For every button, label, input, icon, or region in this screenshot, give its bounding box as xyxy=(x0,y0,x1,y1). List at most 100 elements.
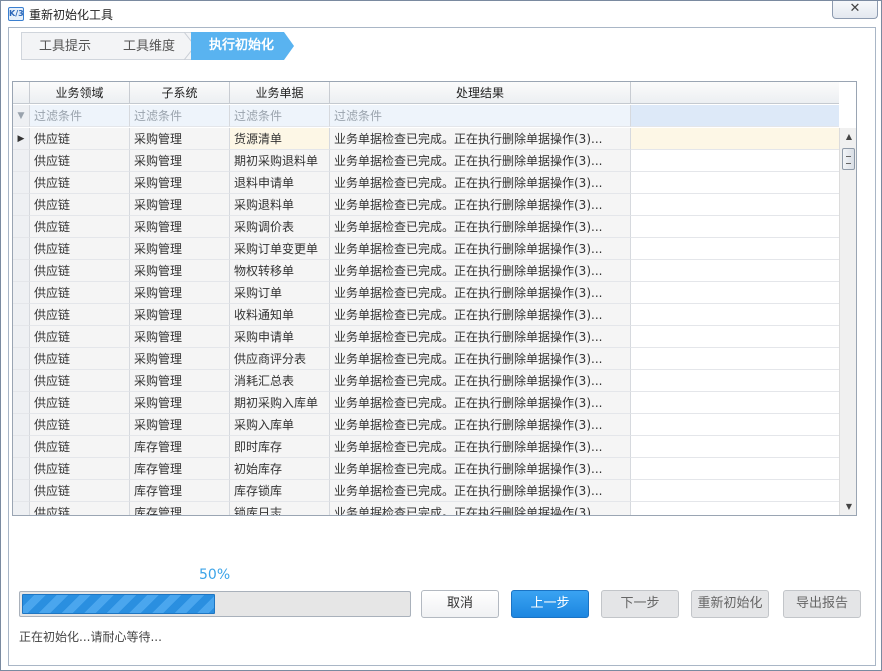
row-indicator xyxy=(13,150,30,172)
table-cell: 业务单据检查已完成。正在执行删除单据操作(3)... xyxy=(330,458,631,480)
scroll-down-icon[interactable]: ▼ xyxy=(840,502,856,512)
next-step-button[interactable]: 下一步 xyxy=(601,590,679,618)
app-logo-icon: K/3 xyxy=(8,7,24,21)
table-cell: 供应链 xyxy=(30,458,130,480)
table-cell-empty xyxy=(631,238,839,260)
row-indicator-header xyxy=(13,82,30,104)
table-cell: 供应链 xyxy=(30,414,130,436)
table-row[interactable]: 供应链 库存管理 锁库日志 业务单据检查已完成。正在执行删除单据操作(3)... xyxy=(13,502,839,515)
table-cell: 采购管理 xyxy=(130,216,230,238)
table-cell: 业务单据检查已完成。正在执行删除单据操作(3)... xyxy=(330,216,631,238)
reinitialize-button[interactable]: 重新初始化 xyxy=(691,590,769,618)
table-row[interactable]: 供应链 采购管理 采购订单 业务单据检查已完成。正在执行删除单据操作(3)... xyxy=(13,282,839,304)
table-cell: 退料申请单 xyxy=(230,172,330,194)
table-row[interactable]: 供应链 采购管理 采购申请单 业务单据检查已完成。正在执行删除单据操作(3)... xyxy=(13,326,839,348)
table-row[interactable]: 供应链 库存管理 即时库存 业务单据检查已完成。正在执行删除单据操作(3)... xyxy=(13,436,839,458)
table-cell: 采购退料单 xyxy=(230,194,330,216)
window-title: 重新初始化工具 xyxy=(29,8,114,22)
row-indicator xyxy=(13,480,30,502)
table-cell: 业务单据检查已完成。正在执行删除单据操作(3)... xyxy=(330,150,631,172)
result-grid: 业务领域 子系统 业务单据 处理结果 ▼ 过滤条件 过滤条件 过滤条件 过滤条件… xyxy=(12,81,857,516)
table-row[interactable]: 供应链 采购管理 采购退料单 业务单据检查已完成。正在执行删除单据操作(3)... xyxy=(13,194,839,216)
row-indicator xyxy=(13,348,30,370)
table-row[interactable]: ▶ 供应链 采购管理 货源清单 业务单据检查已完成。正在执行删除单据操作(3)... xyxy=(13,128,839,150)
column-header[interactable]: 业务单据 xyxy=(230,82,330,104)
cancel-button[interactable]: 取消 xyxy=(421,590,499,618)
table-row[interactable]: 供应链 库存管理 库存锁库 业务单据检查已完成。正在执行删除单据操作(3)... xyxy=(13,480,839,502)
column-header[interactable]: 处理结果 xyxy=(330,82,631,104)
table-cell-empty xyxy=(631,414,839,436)
column-header[interactable]: 子系统 xyxy=(130,82,230,104)
table-cell: 供应链 xyxy=(30,282,130,304)
table-cell: 采购申请单 xyxy=(230,326,330,348)
table-cell-empty xyxy=(631,480,839,502)
table-row[interactable]: 供应链 采购管理 退料申请单 业务单据检查已完成。正在执行删除单据操作(3)... xyxy=(13,172,839,194)
table-cell: 业务单据检查已完成。正在执行删除单据操作(3)... xyxy=(330,326,631,348)
table-cell-empty xyxy=(631,172,839,194)
progress-percent: 50% xyxy=(199,567,231,583)
table-cell: 供应链 xyxy=(30,150,130,172)
table-cell: 库存管理 xyxy=(130,480,230,502)
table-cell: 采购入库单 xyxy=(230,414,330,436)
filter-cell[interactable]: 过滤条件 xyxy=(230,105,330,127)
table-cell-empty xyxy=(631,260,839,282)
table-cell: 库存管理 xyxy=(130,502,230,515)
column-header[interactable]: 业务领域 xyxy=(30,82,130,104)
table-cell: 业务单据检查已完成。正在执行删除单据操作(3)... xyxy=(330,414,631,436)
table-cell: 供应链 xyxy=(30,216,130,238)
row-indicator xyxy=(13,216,30,238)
scroll-thumb[interactable] xyxy=(842,148,855,170)
grid-filter-row: ▼ 过滤条件 过滤条件 过滤条件 过滤条件 xyxy=(13,105,839,127)
table-row[interactable]: 供应链 采购管理 物权转移单 业务单据检查已完成。正在执行删除单据操作(3)... xyxy=(13,260,839,282)
row-indicator xyxy=(13,370,30,392)
table-cell: 供应链 xyxy=(30,436,130,458)
table-row[interactable]: 供应链 采购管理 采购订单变更单 业务单据检查已完成。正在执行删除单据操作(3)... xyxy=(13,238,839,260)
close-button[interactable]: ✕ xyxy=(832,1,878,19)
table-cell: 采购管理 xyxy=(130,414,230,436)
table-row[interactable]: 供应链 采购管理 供应商评分表 业务单据检查已完成。正在执行删除单据操作(3)... xyxy=(13,348,839,370)
prev-step-button[interactable]: 上一步 xyxy=(511,590,589,618)
table-cell: 业务单据检查已完成。正在执行删除单据操作(3)... xyxy=(330,260,631,282)
table-cell-empty xyxy=(631,216,839,238)
table-row[interactable]: 供应链 采购管理 采购入库单 业务单据检查已完成。正在执行删除单据操作(3)... xyxy=(13,414,839,436)
table-row[interactable]: 供应链 采购管理 收料通知单 业务单据检查已完成。正在执行删除单据操作(3)... xyxy=(13,304,839,326)
table-row[interactable]: 供应链 采购管理 期初采购退料单 业务单据检查已完成。正在执行删除单据操作(3)... xyxy=(13,150,839,172)
table-cell: 消耗汇总表 xyxy=(230,370,330,392)
table-row[interactable]: 供应链 采购管理 消耗汇总表 业务单据检查已完成。正在执行删除单据操作(3)... xyxy=(13,370,839,392)
table-cell: 业务单据检查已完成。正在执行删除单据操作(3)... xyxy=(330,304,631,326)
step-tool-dimension: 工具维度 xyxy=(103,32,191,60)
table-cell-empty xyxy=(631,348,839,370)
table-cell: 库存管理 xyxy=(130,458,230,480)
table-cell: 期初采购入库单 xyxy=(230,392,330,414)
table-cell-empty xyxy=(631,458,839,480)
table-cell-empty xyxy=(631,436,839,458)
table-row[interactable]: 供应链 采购管理 期初采购入库单 业务单据检查已完成。正在执行删除单据操作(3)... xyxy=(13,392,839,414)
table-cell: 库存管理 xyxy=(130,436,230,458)
scroll-up-icon[interactable]: ▲ xyxy=(840,132,856,142)
table-row[interactable]: 供应链 库存管理 初始库存 业务单据检查已完成。正在执行删除单据操作(3)... xyxy=(13,458,839,480)
row-indicator xyxy=(13,304,30,326)
row-indicator xyxy=(13,414,30,436)
row-indicator xyxy=(13,194,30,216)
table-row[interactable]: 供应链 采购管理 采购调价表 业务单据检查已完成。正在执行删除单据操作(3)... xyxy=(13,216,839,238)
table-cell-empty xyxy=(631,150,839,172)
filter-cell[interactable]: 过滤条件 xyxy=(30,105,130,127)
table-cell: 物权转移单 xyxy=(230,260,330,282)
progress-fill xyxy=(22,594,215,614)
filter-cell[interactable] xyxy=(631,105,839,127)
filter-cell[interactable]: 过滤条件 xyxy=(130,105,230,127)
table-cell-empty xyxy=(631,392,839,414)
table-cell: 采购管理 xyxy=(130,326,230,348)
table-cell: 业务单据检查已完成。正在执行删除单据操作(3)... xyxy=(330,282,631,304)
table-cell: 业务单据检查已完成。正在执行删除单据操作(3)... xyxy=(330,436,631,458)
filter-cell[interactable]: 过滤条件 xyxy=(330,105,631,127)
export-report-button[interactable]: 导出报告 xyxy=(783,590,861,618)
table-cell: 供应链 xyxy=(30,480,130,502)
column-header-empty xyxy=(631,82,839,104)
vertical-scrollbar[interactable]: ▲ ▼ xyxy=(839,128,856,515)
step-tool-tips: 工具提示 xyxy=(21,32,103,60)
table-cell: 初始库存 xyxy=(230,458,330,480)
row-indicator xyxy=(13,172,30,194)
table-cell: 供应链 xyxy=(30,128,130,150)
table-cell: 业务单据检查已完成。正在执行删除单据操作(3)... xyxy=(330,480,631,502)
